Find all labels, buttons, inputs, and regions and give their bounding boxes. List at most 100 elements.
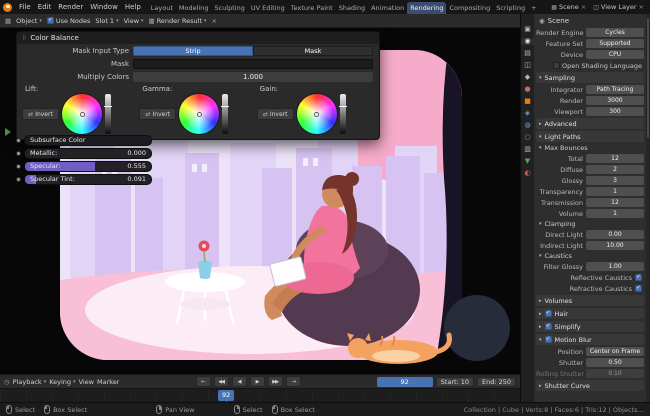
mask-field[interactable]	[133, 58, 373, 69]
specular-tint-slider[interactable]: Specular Tint: 0.091	[24, 173, 152, 185]
caustics-subheader[interactable]: ▾ Caustics	[536, 251, 644, 261]
tab-compositing[interactable]: Compositing	[446, 2, 493, 14]
transparency-field[interactable]: 1	[586, 187, 644, 196]
world-tab[interactable]: ●	[521, 86, 534, 93]
image-editor-viewport[interactable]: ⠿ Color Balance Mask Input Type Strip Ma…	[0, 28, 520, 374]
mode-dropdown[interactable]: Object ▾	[16, 17, 42, 25]
add-workspace-button[interactable]: +	[528, 2, 539, 14]
use-nodes-toggle[interactable]: ✓ Use Nodes	[46, 17, 90, 25]
blender-logo-icon[interactable]	[3, 2, 12, 12]
playback-menu[interactable]: Playback ▾	[13, 378, 47, 386]
color-balance-header[interactable]: ⠿ Color Balance	[17, 32, 379, 44]
hair-section-header[interactable]: ▸ ✓ Hair	[536, 308, 644, 319]
direct-light-field[interactable]: 0.00	[586, 230, 644, 239]
output-tab[interactable]: ▤	[521, 50, 534, 57]
jump-to-start-button[interactable]: ⇤	[195, 376, 211, 387]
tab-rendering[interactable]: Rendering	[407, 2, 447, 14]
properties-scrollbar[interactable]	[646, 14, 650, 402]
marker-menu[interactable]: Marker	[97, 378, 119, 386]
metallic-slider[interactable]: Metallic: 0.000	[24, 147, 152, 159]
position-dropdown[interactable]: Center on Frame	[586, 347, 644, 356]
menu-help[interactable]: Help	[122, 3, 144, 11]
motion-blur-checkbox[interactable]: ✓	[544, 336, 552, 343]
gamma-color-wheel[interactable]	[179, 94, 220, 134]
multiply-colors-field[interactable]: 1.000	[133, 71, 373, 82]
indirect-light-field[interactable]: 10.00	[586, 241, 644, 250]
scene-unlink-icon[interactable]: ×	[581, 3, 586, 11]
lift-color-wheel[interactable]	[62, 94, 102, 134]
menu-render[interactable]: Render	[55, 3, 86, 11]
view-layer-selector[interactable]: ◫ View Layer ×	[590, 3, 647, 11]
material-tab[interactable]: ◐	[521, 170, 534, 177]
device-dropdown[interactable]: CPU	[586, 50, 644, 59]
play-reverse-button[interactable]: ◀	[231, 376, 247, 387]
object-tab[interactable]: ■	[521, 98, 534, 105]
shutter-field[interactable]: 0.50	[586, 358, 644, 367]
gain-invert-button[interactable]: ⇄ Invert	[256, 108, 294, 120]
view-menu[interactable]: View ▾	[124, 17, 144, 25]
lift-invert-button[interactable]: ⇄ Invert	[22, 108, 59, 120]
shutter-curve-section-header[interactable]: ▸ Shutter Curve	[536, 380, 644, 391]
tab-modeling[interactable]: Modeling	[176, 2, 212, 14]
view-layer-unlink-icon[interactable]: ×	[639, 3, 644, 11]
simplify-checkbox[interactable]: ✓	[544, 323, 552, 330]
transmission-field[interactable]: 12	[586, 198, 644, 207]
total-field[interactable]: 12	[586, 154, 644, 163]
tab-animation[interactable]: Animation	[368, 2, 407, 14]
modifiers-tab[interactable]: ◈	[521, 110, 534, 117]
volumes-section-header[interactable]: ▸ Volumes	[536, 295, 644, 306]
tab-shading[interactable]: Shading	[336, 2, 368, 14]
view-layer-tab[interactable]: ◫	[521, 62, 534, 69]
color-balance-panel[interactable]: ⠿ Color Balance Mask Input Type Strip Ma…	[16, 31, 380, 140]
tab-texture-paint[interactable]: Texture Paint	[288, 2, 336, 14]
slot-dropdown[interactable]: Slot 1 ▾	[95, 17, 118, 25]
view-menu[interactable]: View	[79, 378, 94, 386]
filter-glossy-field[interactable]: 1.00	[586, 262, 644, 271]
tab-sculpting[interactable]: Sculpting	[211, 2, 247, 14]
rolling-shutter-field[interactable]: 0.10	[586, 369, 644, 378]
play-button[interactable]: ▶	[249, 376, 265, 387]
feature-set-dropdown[interactable]: Supported	[586, 39, 644, 48]
menu-file[interactable]: File	[16, 3, 34, 11]
clamping-subheader[interactable]: ▾ Clamping	[536, 219, 644, 229]
advanced-section-header[interactable]: ▸ Advanced	[536, 118, 644, 129]
scene-selector[interactable]: ▦ Scene ×	[548, 3, 589, 11]
constraints-tab[interactable]: ▥	[521, 146, 534, 153]
viewport-samples-field[interactable]: 300	[586, 107, 644, 116]
strip-option-button[interactable]: Strip	[133, 45, 253, 56]
prev-keyframe-button[interactable]: ◀◀	[213, 376, 229, 387]
keying-menu[interactable]: Keying ▾	[49, 378, 75, 386]
max-bounces-subheader[interactable]: ▾ Max Bounces	[536, 143, 644, 153]
light-paths-section-header[interactable]: ▾ Light Paths	[536, 131, 644, 142]
integrator-dropdown[interactable]: Path Tracing	[586, 85, 644, 94]
render-samples-field[interactable]: 3000	[586, 96, 644, 105]
particles-tab[interactable]: ◍	[521, 122, 534, 129]
unlink-image-icon[interactable]: ×	[212, 17, 217, 25]
frame-end-field[interactable]: End: 250	[477, 376, 517, 387]
image-datablock-dropdown[interactable]: ▦ Render Result ▾	[149, 17, 207, 25]
gain-value-slider[interactable]	[338, 94, 347, 134]
gamma-invert-button[interactable]: ⇄ Invert	[139, 108, 177, 120]
specular-slider[interactable]: Specular: 0.555	[24, 160, 152, 172]
gain-color-wheel[interactable]	[296, 94, 337, 134]
osl-checkbox[interactable]	[553, 62, 561, 69]
menu-window[interactable]: Window	[87, 3, 121, 11]
motion-blur-section-header[interactable]: ▾ ✓ Motion Blur	[536, 334, 644, 345]
volume-field[interactable]: 1	[586, 209, 644, 218]
lift-value-slider[interactable]	[104, 94, 112, 134]
tab-layout[interactable]: Layout	[148, 2, 176, 14]
tab-uv-editing[interactable]: UV Editing	[248, 2, 288, 14]
timeline-scrubber[interactable]: 92	[0, 388, 520, 404]
mask-option-button[interactable]: Mask	[253, 45, 373, 56]
subsurface-color-field[interactable]: Subsurface Color	[24, 134, 152, 146]
simplify-section-header[interactable]: ▸ ✓ Simplify	[536, 321, 644, 332]
physics-tab[interactable]: ○	[521, 134, 534, 141]
playhead[interactable]: 92	[218, 390, 235, 404]
jump-to-end-button[interactable]: ⇥	[285, 376, 301, 387]
next-keyframe-button[interactable]: ▶▶	[267, 376, 283, 387]
editor-type-icon[interactable]: ▦	[5, 17, 11, 25]
object-data-tab[interactable]: ▼	[521, 158, 534, 165]
use-nodes-checkbox[interactable]: ✓	[46, 17, 54, 24]
sampling-section-header[interactable]: ▾ Sampling	[536, 72, 644, 83]
timeline-editor-icon[interactable]: ◷	[4, 378, 10, 386]
